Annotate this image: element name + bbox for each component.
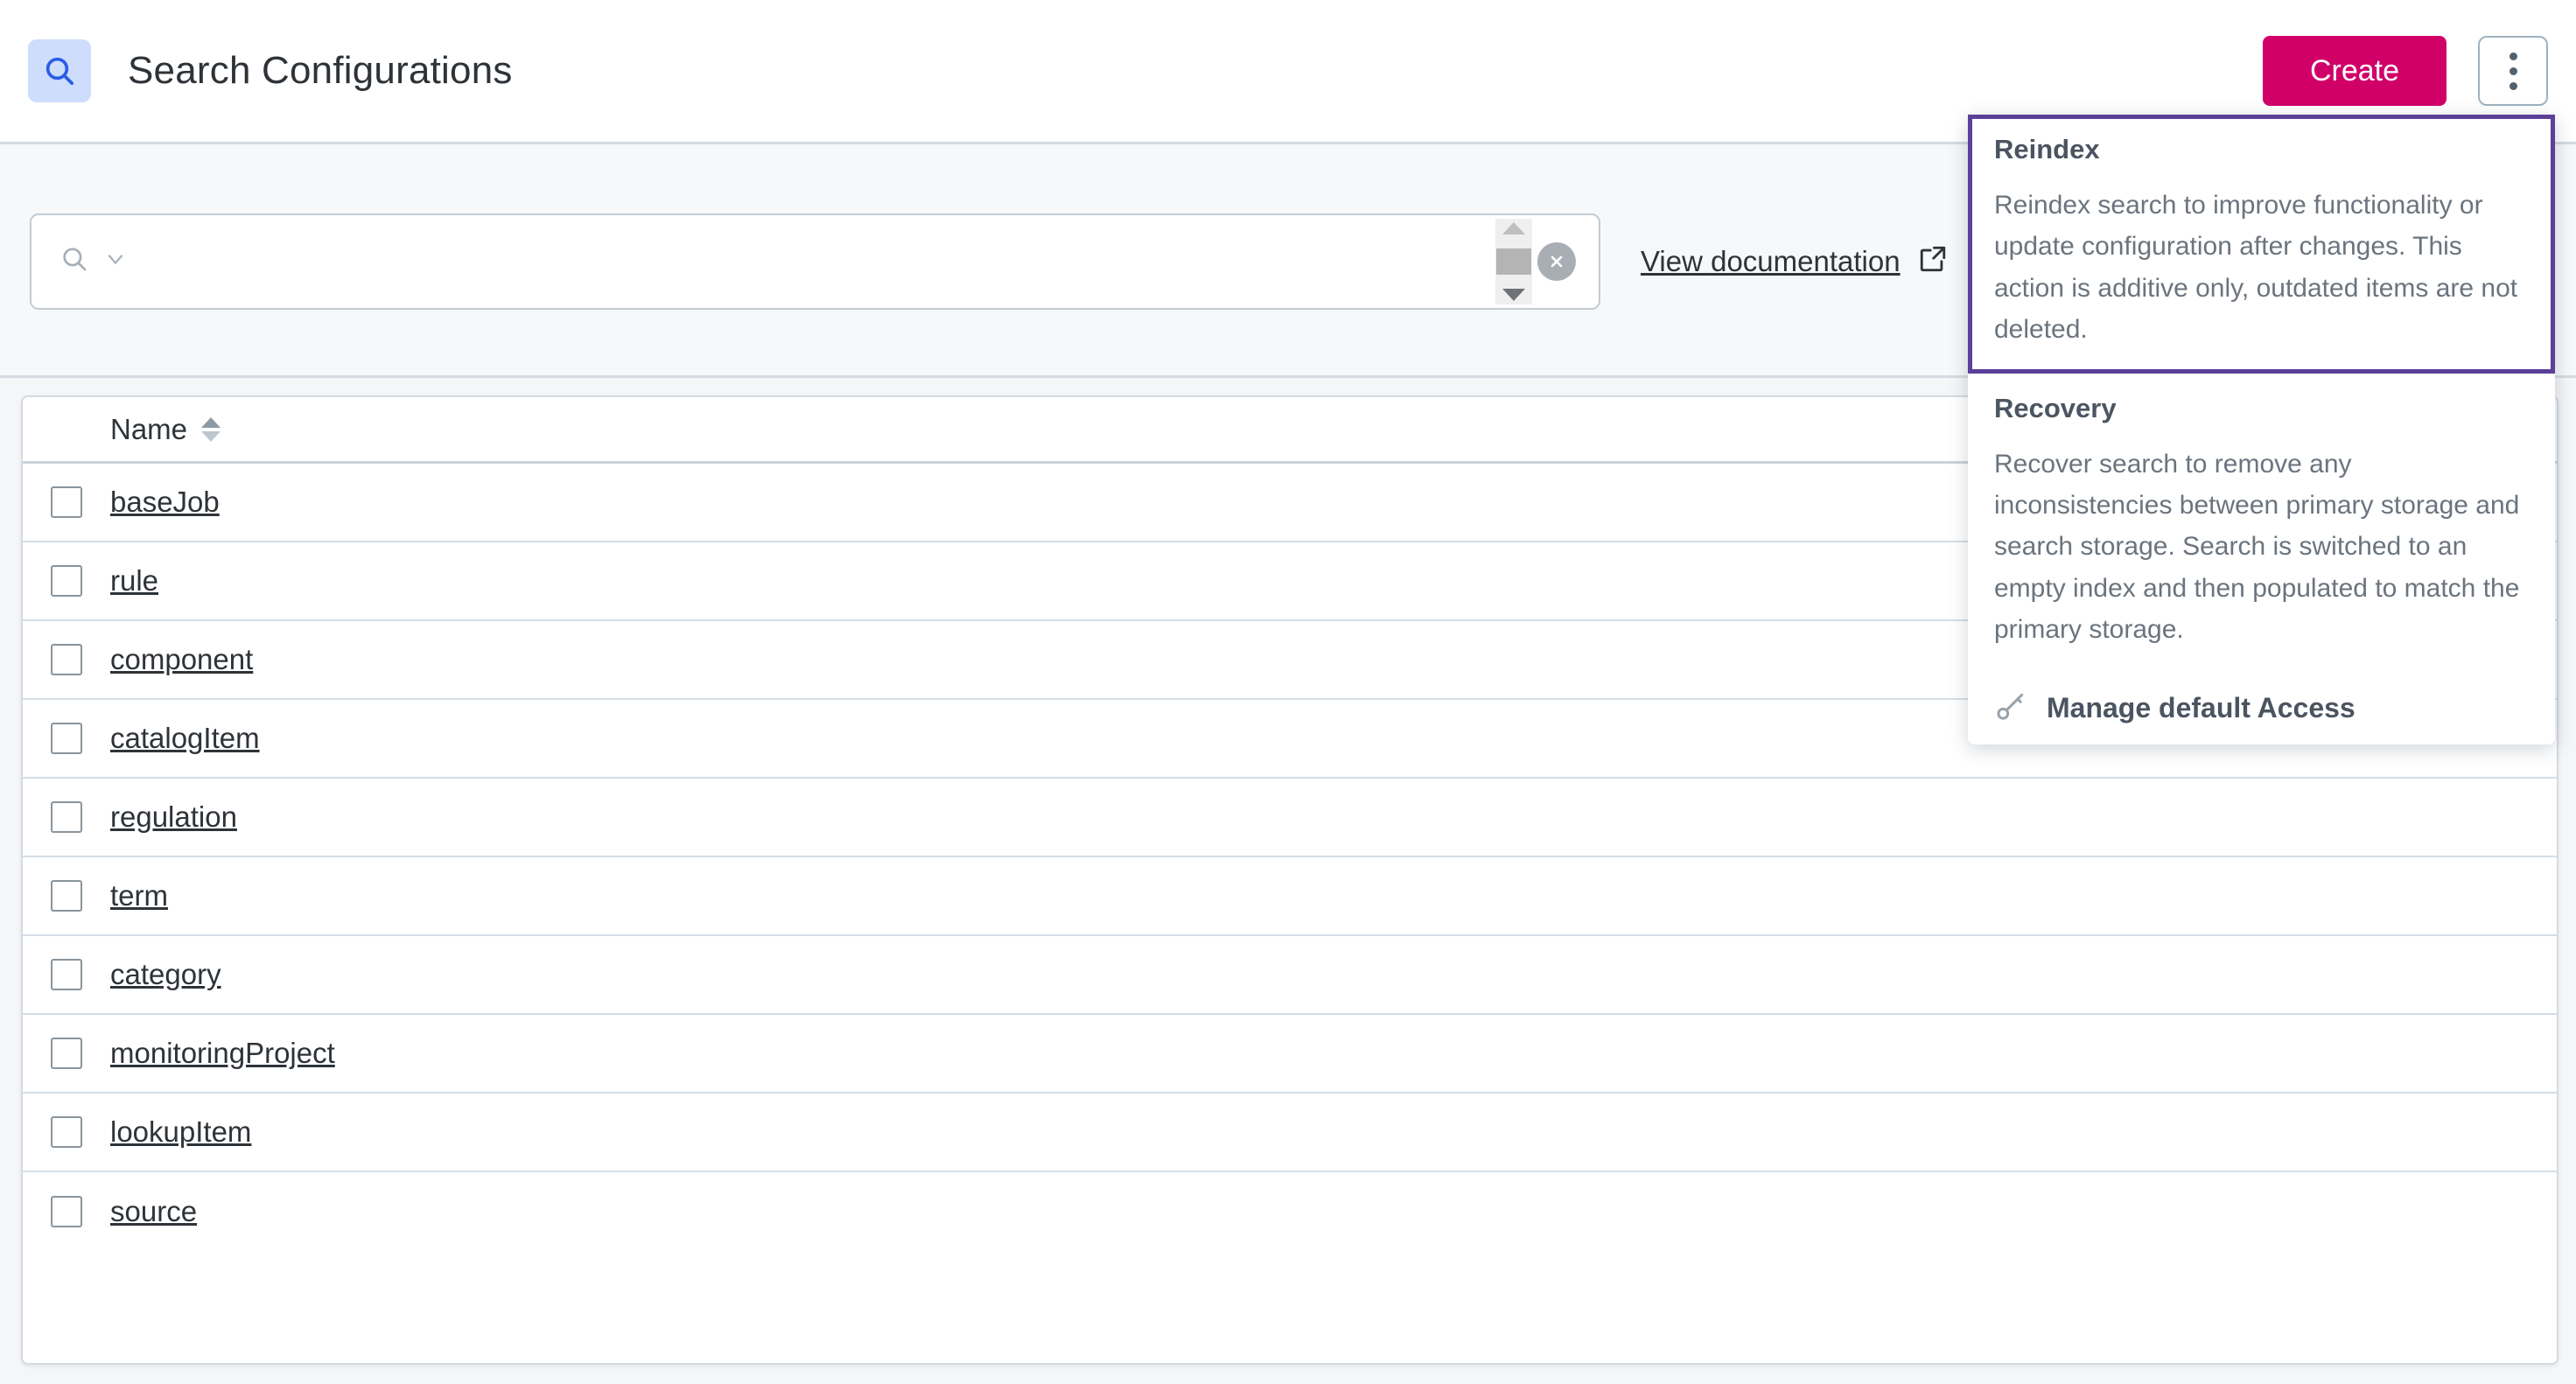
- menu-item-title: Reindex: [1994, 134, 2100, 164]
- table-row[interactable]: term: [23, 857, 2557, 936]
- triangle-up-icon[interactable]: [1502, 221, 1525, 234]
- row-name-link[interactable]: term: [110, 879, 168, 912]
- row-checkbox[interactable]: [51, 801, 82, 833]
- row-name-link[interactable]: rule: [110, 564, 158, 597]
- external-link-icon: [1918, 244, 1948, 278]
- row-name-link[interactable]: component: [110, 643, 253, 675]
- kebab-menu-icon-dot: [2509, 66, 2517, 75]
- search-icon: [60, 244, 89, 278]
- row-checkbox[interactable]: [51, 1196, 82, 1227]
- row-name-link[interactable]: source: [110, 1195, 197, 1227]
- table-row[interactable]: lookupItem: [23, 1094, 2557, 1172]
- table-row[interactable]: monitoringProject: [23, 1015, 2557, 1094]
- view-documentation-link[interactable]: View documentation: [1641, 244, 1948, 278]
- create-button[interactable]: Create: [2263, 36, 2446, 106]
- key-icon: [1994, 689, 2027, 727]
- menu-item-title: Recovery: [1994, 392, 2117, 423]
- menu-item-description: Recover search to remove any inconsisten…: [1994, 449, 2520, 645]
- search-icon-badge: [28, 39, 91, 102]
- row-checkbox[interactable]: [51, 644, 82, 675]
- menu-item-recovery[interactable]: Recovery Recover search to remove any in…: [1968, 374, 2555, 674]
- menu-item-manage-default-access[interactable]: Manage default Access: [1968, 674, 2555, 750]
- search-input[interactable]: [128, 214, 1495, 308]
- row-checkbox[interactable]: [51, 959, 82, 990]
- search-box-icons[interactable]: [60, 244, 128, 278]
- table-row[interactable]: category: [23, 936, 2557, 1015]
- triangle-down-icon[interactable]: [1502, 288, 1525, 301]
- sort-descending-icon: [201, 430, 221, 442]
- view-documentation-label: View documentation: [1641, 244, 1900, 277]
- row-select-cell: [23, 565, 110, 597]
- row-name-cell: category: [110, 958, 221, 991]
- row-name-cell: component: [110, 643, 253, 676]
- kebab-menu-icon: [2509, 52, 2517, 60]
- search-icon: [42, 53, 77, 88]
- row-select-cell: [23, 1038, 110, 1069]
- row-checkbox[interactable]: [51, 880, 82, 912]
- sort-ascending-icon: [201, 416, 221, 428]
- table-row[interactable]: regulation: [23, 779, 2557, 857]
- row-checkbox[interactable]: [51, 486, 82, 518]
- menu-item-description: Reindex search to improve functionality …: [1994, 191, 2518, 345]
- row-name-cell: monitoringProject: [110, 1037, 335, 1070]
- table-header-name[interactable]: Name: [110, 412, 221, 446]
- search-box[interactable]: [30, 213, 1600, 310]
- close-icon: [1550, 255, 1563, 267]
- sort-arrows-icon[interactable]: [201, 416, 221, 442]
- row-name-cell: catalogItem: [110, 722, 260, 755]
- row-name-cell: regulation: [110, 800, 237, 834]
- clear-search-button[interactable]: [1537, 241, 1576, 281]
- row-checkbox[interactable]: [51, 723, 82, 754]
- scrollbar-thumb[interactable]: [1496, 248, 1531, 275]
- column-header-label: Name: [110, 412, 188, 445]
- row-name-link[interactable]: monitoringProject: [110, 1037, 335, 1069]
- row-checkbox[interactable]: [51, 565, 82, 597]
- row-select-cell: [23, 1196, 110, 1227]
- search-scrollbar[interactable]: [1495, 218, 1532, 304]
- menu-item-reindex[interactable]: Reindex Reindex search to improve functi…: [1968, 115, 2555, 374]
- table-row[interactable]: source: [23, 1172, 2557, 1251]
- row-name-cell: term: [110, 879, 168, 912]
- row-name-link[interactable]: regulation: [110, 800, 237, 833]
- row-select-cell: [23, 723, 110, 754]
- row-select-cell: [23, 644, 110, 675]
- row-select-cell: [23, 880, 110, 912]
- row-checkbox[interactable]: [51, 1038, 82, 1069]
- row-name-link[interactable]: catalogItem: [110, 722, 260, 754]
- row-select-cell: [23, 1116, 110, 1148]
- row-select-cell: [23, 801, 110, 833]
- chevron-down-icon[interactable]: [103, 247, 128, 276]
- row-name-link[interactable]: category: [110, 958, 221, 990]
- row-name-link[interactable]: lookupItem: [110, 1115, 251, 1148]
- row-select-cell: [23, 486, 110, 518]
- overflow-menu-button[interactable]: [2478, 36, 2548, 106]
- kebab-menu-icon-dot: [2509, 81, 2517, 90]
- row-name-cell: baseJob: [110, 486, 220, 519]
- menu-action-label: Manage default Access: [2047, 691, 2356, 723]
- row-select-cell: [23, 959, 110, 990]
- overflow-dropdown-menu: Reindex Reindex search to improve functi…: [1968, 115, 2555, 744]
- row-name-cell: rule: [110, 564, 158, 598]
- row-name-cell: lookupItem: [110, 1115, 251, 1149]
- row-name-cell: source: [110, 1195, 197, 1228]
- row-name-link[interactable]: baseJob: [110, 486, 220, 518]
- page-title: Search Configurations: [128, 49, 513, 92]
- row-checkbox[interactable]: [51, 1116, 82, 1148]
